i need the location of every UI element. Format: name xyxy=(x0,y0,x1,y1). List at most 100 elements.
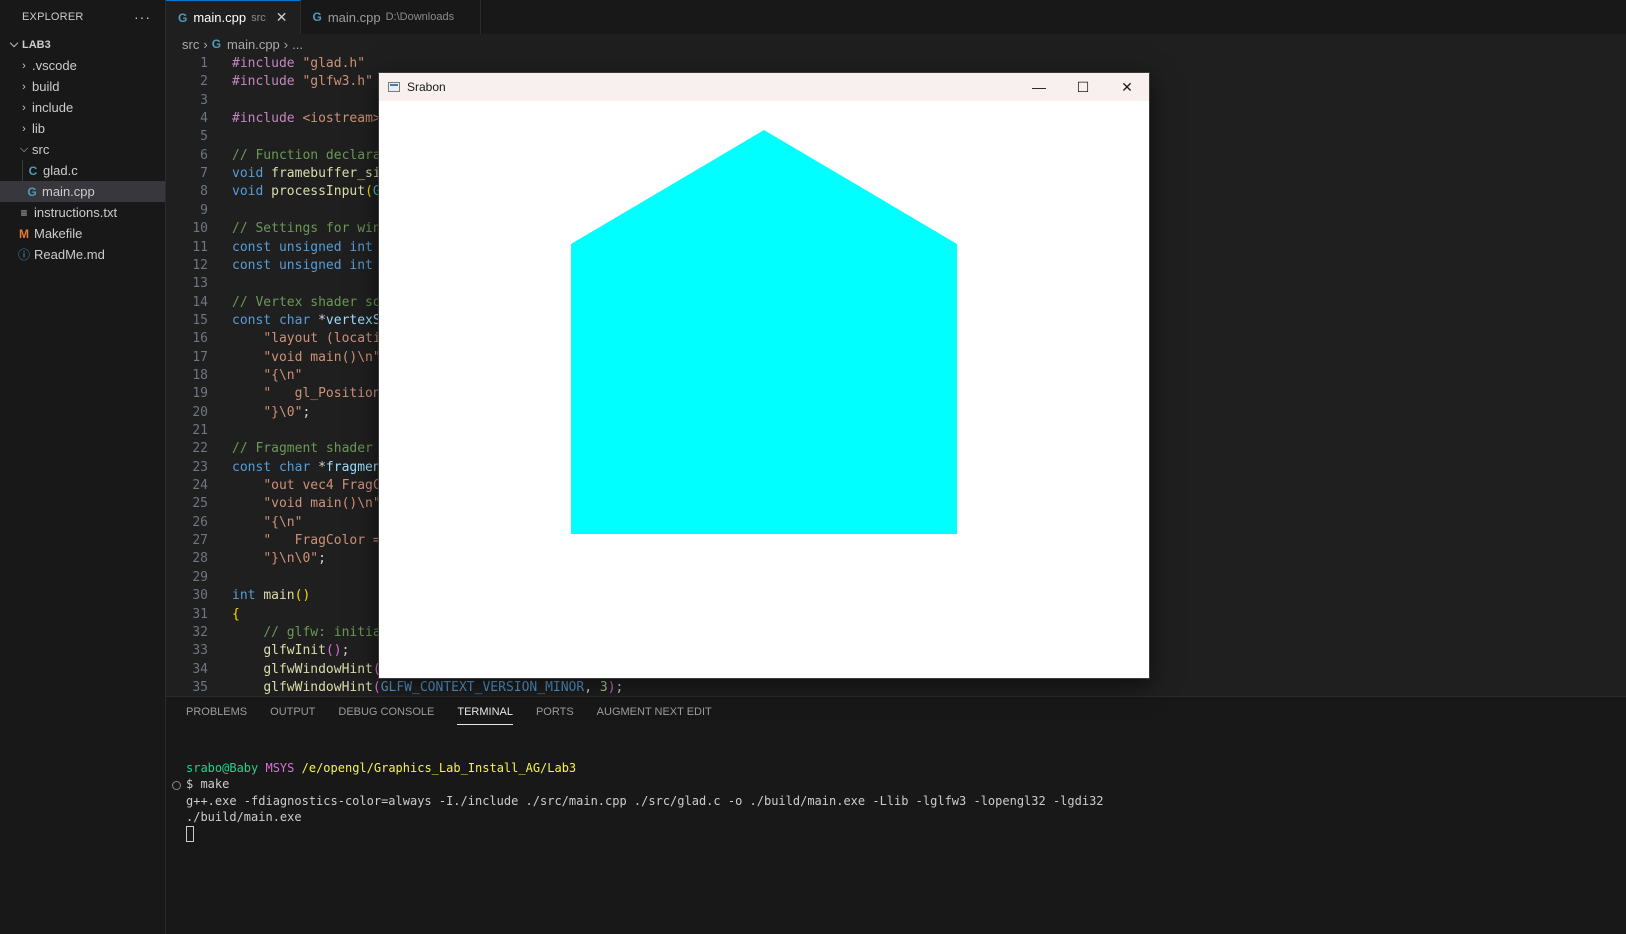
line-number: 28 xyxy=(192,551,208,567)
code-token: const unsigned int xyxy=(232,239,381,255)
code-token: // Function declarat xyxy=(232,147,389,163)
tab-augment-next-edit[interactable]: AUGMENT NEXT EDIT xyxy=(597,700,712,724)
code-token: ; xyxy=(302,404,311,420)
close-button[interactable]: ✕ xyxy=(1105,73,1149,101)
chevron-right-icon: › xyxy=(22,59,26,72)
code-token: const unsigned int xyxy=(232,257,381,273)
code-text: "layout (locatio xyxy=(232,329,389,348)
code-token: "layout (locatio xyxy=(263,331,389,347)
chevron-down-icon: ⌵ xyxy=(19,143,29,155)
code-token: void xyxy=(232,184,272,200)
code-token: // Vertex shader sou xyxy=(232,294,389,310)
panel-tabs: PROBLEMS OUTPUT DEBUG CONSOLE TERMINAL P… xyxy=(166,697,1626,727)
tab-debug-console[interactable]: DEBUG CONSOLE xyxy=(338,700,434,724)
tab-label: main.cpp xyxy=(193,10,247,25)
tab-terminal[interactable]: TERMINAL xyxy=(457,700,513,725)
tree-item-readme[interactable]: ⓘ ReadMe.md xyxy=(0,244,165,265)
code-token: "out vec4 FragCo xyxy=(263,478,389,494)
breadcrumb-file[interactable]: main.cpp xyxy=(227,37,280,52)
line-number: 10 xyxy=(192,221,208,237)
line-number: 32 xyxy=(192,624,208,640)
terminal-user: srabo@Baby xyxy=(186,761,259,775)
terminal-prompt-line: srabo@Baby MSYS /e/opengl/Graphics_Lab_I… xyxy=(186,760,576,776)
tab-output[interactable]: OUTPUT xyxy=(270,700,315,724)
code-token: " FragColor = xyxy=(263,533,389,549)
tab-ports[interactable]: PORTS xyxy=(536,700,574,724)
tree-item-label: instructions.txt xyxy=(34,205,118,220)
folder-root-lab3[interactable]: ⌵ LAB3 xyxy=(0,34,165,55)
house-shape xyxy=(571,130,957,534)
line-number: 7 xyxy=(200,166,208,182)
line-number: 11 xyxy=(192,239,208,255)
code-token: "}\0" xyxy=(263,404,303,420)
line-number: 8 xyxy=(200,184,208,200)
terminal-cursor xyxy=(186,826,194,842)
code-text: "void main()\n" xyxy=(232,348,380,367)
code-token: glfwWindowHint xyxy=(263,661,373,677)
c-file-icon: C xyxy=(28,163,38,178)
tree-item-label: main.cpp xyxy=(42,184,95,199)
chevron-down-icon: ⌵ xyxy=(9,38,19,50)
cpp-file-icon: G xyxy=(178,10,188,25)
explorer-header: EXPLORER ··· xyxy=(0,0,165,34)
tree-item-lib[interactable]: › lib xyxy=(0,118,165,139)
line-number: 27 xyxy=(192,533,208,549)
tab-description: src xyxy=(251,11,266,24)
tree-item-makefile[interactable]: M Makefile xyxy=(0,223,165,244)
tree-item-glad-c[interactable]: C glad.c xyxy=(22,160,165,181)
code-token: 3 xyxy=(599,679,608,695)
minimize-button[interactable]: — xyxy=(1017,73,1061,101)
terminal-command: $ make xyxy=(186,777,230,791)
code-token: // glfw: initial xyxy=(263,624,389,640)
explorer-sidebar: EXPLORER ··· ⌵ LAB3 › .vscode › build › … xyxy=(0,0,166,934)
code-token: ; xyxy=(615,679,624,695)
app-window-titlebar[interactable]: Srabon — ☐ ✕ xyxy=(379,73,1149,101)
code-token: int xyxy=(232,588,264,604)
line-number: 31 xyxy=(192,606,208,622)
tab-main-cpp-src[interactable]: G main.cpp src ✕ xyxy=(166,0,301,34)
line-number: 15 xyxy=(192,312,208,328)
tree-item-include[interactable]: › include xyxy=(0,97,165,118)
code-token: " gl_Position xyxy=(263,386,381,402)
code-text: void processInput(GL xyxy=(232,182,389,201)
tab-description: D:\Downloads xyxy=(385,11,455,23)
close-tab-icon[interactable]: ✕ xyxy=(276,9,288,26)
tree-item-vscode[interactable]: › .vscode xyxy=(0,55,165,76)
code-text: #include <iostream> xyxy=(232,109,381,128)
breadcrumb-symbol[interactable]: ... xyxy=(292,37,303,52)
line-number: 16 xyxy=(192,331,208,347)
explorer-title: EXPLORER xyxy=(22,11,84,23)
tree-item-instructions[interactable]: ≡ instructions.txt xyxy=(0,202,165,223)
code-text: "{\n" xyxy=(232,513,302,532)
cpp-file-icon: G xyxy=(211,37,222,51)
tree-item-label: include xyxy=(32,100,74,115)
tree-item-build[interactable]: › build xyxy=(0,76,165,97)
chevron-right-icon: › xyxy=(22,122,26,135)
code-token: * xyxy=(318,312,326,328)
tab-label: main.cpp xyxy=(327,9,381,25)
line-number: 35 xyxy=(192,679,208,695)
tree-item-src[interactable]: ⌵ src xyxy=(0,139,165,160)
code-token: #include xyxy=(232,74,303,90)
tree-item-label: src xyxy=(32,142,50,157)
info-icon: ⓘ xyxy=(17,248,30,262)
breadcrumb-src[interactable]: src xyxy=(182,37,199,52)
app-window[interactable]: Srabon — ☐ ✕ xyxy=(378,72,1150,679)
app-window-title: Srabon xyxy=(407,80,446,94)
tab-main-cpp-downloads[interactable]: G main.cpp D:\Downloads xyxy=(301,0,482,34)
code-text: " gl_Position xyxy=(232,384,381,403)
maximize-button[interactable]: ☐ xyxy=(1061,73,1105,101)
tree-item-main-cpp[interactable]: G main.cpp xyxy=(0,181,165,202)
tab-problems[interactable]: PROBLEMS xyxy=(186,700,247,724)
more-actions-icon[interactable]: ··· xyxy=(134,9,151,25)
code-token: #include xyxy=(232,56,303,71)
code-token: ; xyxy=(341,643,350,659)
code-token: const char xyxy=(232,459,319,475)
line-number: 12 xyxy=(192,257,208,273)
code-text: // Vertex shader sou xyxy=(232,293,389,312)
code-token: main xyxy=(263,588,295,604)
